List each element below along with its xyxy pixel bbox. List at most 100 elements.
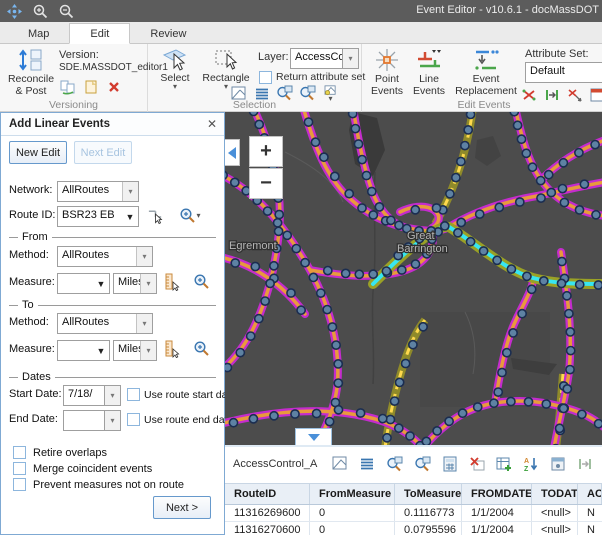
use-route-end-date-checkbox[interactable] <box>127 413 140 426</box>
table-row[interactable]: 11316269600 0 0.1116773 1/1/2004 <null> … <box>225 505 602 522</box>
add-linear-events-panel: Add Linear Events ✕ New Edit Next Edit N… <box>0 112 225 535</box>
route-id-label: Route ID: <box>9 209 55 221</box>
svg-text:A: A <box>524 458 529 465</box>
use-route-start-date-checkbox[interactable] <box>127 388 140 401</box>
group-edit-events: Point Events Line Events Event Replaceme… <box>362 44 602 112</box>
to-method-combo[interactable]: AllRoutes ▾ <box>57 313 153 334</box>
prevent-measures-label: Prevent measures not on route <box>33 479 184 491</box>
line-events-button[interactable]: Line Events <box>409 47 449 97</box>
col-accesscontrol[interactable]: AC <box>578 484 602 504</box>
event-replacement-icon <box>472 47 500 73</box>
attribute-set-combo[interactable]: Default <box>525 62 602 83</box>
col-routeid[interactable]: RouteID <box>225 484 310 504</box>
start-date-combo[interactable]: 7/18/ <box>63 385 107 406</box>
tab-edit[interactable]: Edit <box>69 23 130 44</box>
ribbon: Reconcile & Post Version: SDE.MASSDOT_ed… <box>0 44 602 112</box>
col-fromdate[interactable]: FROMDATE <box>462 484 532 504</box>
select-route-on-map-icon[interactable] <box>147 207 164 224</box>
from-measure-ruler-icon[interactable] <box>163 273 180 290</box>
new-version-icon[interactable] <box>82 78 99 95</box>
point-events-button[interactable]: Point Events <box>367 47 407 97</box>
table-clear-selection-icon[interactable] <box>469 456 485 473</box>
line-events-icon <box>415 47 443 73</box>
rectangle-select-button[interactable]: Rectangle ▾ <box>200 46 252 90</box>
network-combo[interactable]: AllRoutes ▾ <box>57 181 139 202</box>
compare-versions-icon[interactable] <box>59 78 76 95</box>
pan-icon[interactable] <box>6 3 23 20</box>
route-locator-zoom-icon[interactable]: ▾ <box>177 207 203 224</box>
zoom-out-icon[interactable] <box>58 3 75 20</box>
col-tomeasure[interactable]: ToMeasure <box>395 484 462 504</box>
collapse-panel-left-button[interactable] <box>225 139 240 166</box>
col-frommeasure[interactable]: FromMeasure <box>310 484 395 504</box>
select-dropdown-caret[interactable]: ▾ <box>173 84 177 90</box>
route-id-combo-arrow[interactable]: ▼ <box>122 207 138 226</box>
collapse-table-button[interactable] <box>295 428 332 445</box>
layer-combo-arrow[interactable]: ▾ <box>342 48 359 69</box>
tab-review[interactable]: Review <box>130 24 206 43</box>
table-add-record-icon[interactable] <box>496 456 512 473</box>
new-edit-button[interactable]: New Edit <box>9 141 67 164</box>
start-date-combo-arrow[interactable]: ▾ <box>104 385 121 406</box>
close-icon[interactable]: ✕ <box>207 117 217 131</box>
next-edit-button[interactable]: Next Edit <box>74 141 132 164</box>
network-combo-arrow[interactable]: ▾ <box>122 182 138 201</box>
map-zoom-in-button[interactable]: + <box>249 136 283 167</box>
from-method-label: Method: <box>9 249 49 261</box>
table-header-row: RouteID FromMeasure ToMeasure FROMDATE T… <box>225 483 602 505</box>
group-selection: Select ▾ Rectangle ▾ Layer: AccessContro… <box>148 44 362 112</box>
use-route-end-date-label: Use route end date <box>144 414 233 426</box>
end-date-combo[interactable] <box>63 410 107 431</box>
merge-coincident-checkbox[interactable] <box>13 462 26 475</box>
table-sort-icon[interactable]: AZ <box>523 456 539 473</box>
selection-group-label: Selection <box>148 99 361 111</box>
zoom-in-icon[interactable] <box>32 3 49 20</box>
map-label-egremont: Egremont <box>229 240 277 252</box>
point-events-icon <box>374 47 400 73</box>
from-units-combo[interactable]: Miles ▾ <box>113 273 157 294</box>
rectangle-tool-icon <box>213 46 239 72</box>
map-view[interactable]: Egremont Great Barrington + − <box>225 112 602 445</box>
merge-events-icon[interactable] <box>566 86 583 103</box>
version-label: Version: <box>59 49 99 61</box>
table-move-event-icon[interactable] <box>577 456 593 473</box>
to-measure-zoom-icon[interactable] <box>193 340 210 357</box>
col-todate[interactable]: TODATE <box>532 484 578 504</box>
table-select-features-icon[interactable] <box>332 456 348 473</box>
table-calculator-icon[interactable] <box>442 456 458 473</box>
dates-section-separator: Dates <box>9 371 216 383</box>
table-options-icon[interactable] <box>359 456 375 473</box>
start-date-label: Start Date: <box>9 388 62 400</box>
attribute-table-panel: AccessControl_A AZ <box>225 445 602 535</box>
reconcile-post-button[interactable]: Reconcile & Post <box>4 47 58 97</box>
table-review-icon[interactable] <box>550 456 566 473</box>
event-replacement-button[interactable]: Event Replacement <box>451 47 521 97</box>
layer-label: Layer: <box>258 51 289 63</box>
table-row[interactable]: 11316270600 0 0.0795596 1/1/2004 <null> … <box>225 522 602 535</box>
table-zoom-to-selected-icon[interactable] <box>386 456 403 473</box>
ribbon-tabs: Map Edit Review <box>0 22 602 44</box>
move-event-icon[interactable] <box>543 86 560 103</box>
to-measure-ruler-icon[interactable] <box>163 340 180 357</box>
svg-text:Z: Z <box>524 466 529 472</box>
retire-overlaps-checkbox[interactable] <box>13 446 26 459</box>
return-attribute-set-checkbox[interactable] <box>259 71 272 84</box>
route-id-combo[interactable]: BSR23 EB ▼ <box>57 206 139 227</box>
event-editor-window: Event Editor - v10.6.1 - docMassDOT Map … <box>0 0 602 535</box>
to-measure-combo[interactable]: ▼ <box>57 340 110 361</box>
from-measure-zoom-icon[interactable] <box>193 273 210 290</box>
tab-map[interactable]: Map <box>8 24 69 43</box>
from-method-combo[interactable]: AllRoutes ▾ <box>57 246 153 267</box>
table-pan-to-selected-icon[interactable] <box>414 456 431 473</box>
end-date-combo-arrow[interactable]: ▾ <box>104 410 121 431</box>
from-measure-combo[interactable]: ▼ <box>57 273 110 294</box>
event-attributes-window-icon[interactable] <box>589 86 602 103</box>
map-zoom-out-button[interactable]: − <box>249 168 283 199</box>
delete-version-icon[interactable] <box>105 78 122 95</box>
to-units-combo[interactable]: Miles ▾ <box>113 340 157 361</box>
select-button[interactable]: Select ▾ <box>154 46 196 90</box>
prevent-measures-checkbox[interactable] <box>13 478 26 491</box>
rectangle-dropdown-caret[interactable]: ▾ <box>224 84 228 90</box>
title-bar: Event Editor - v10.6.1 - docMassDOT <box>0 0 602 22</box>
next-button[interactable]: Next > <box>153 496 211 519</box>
